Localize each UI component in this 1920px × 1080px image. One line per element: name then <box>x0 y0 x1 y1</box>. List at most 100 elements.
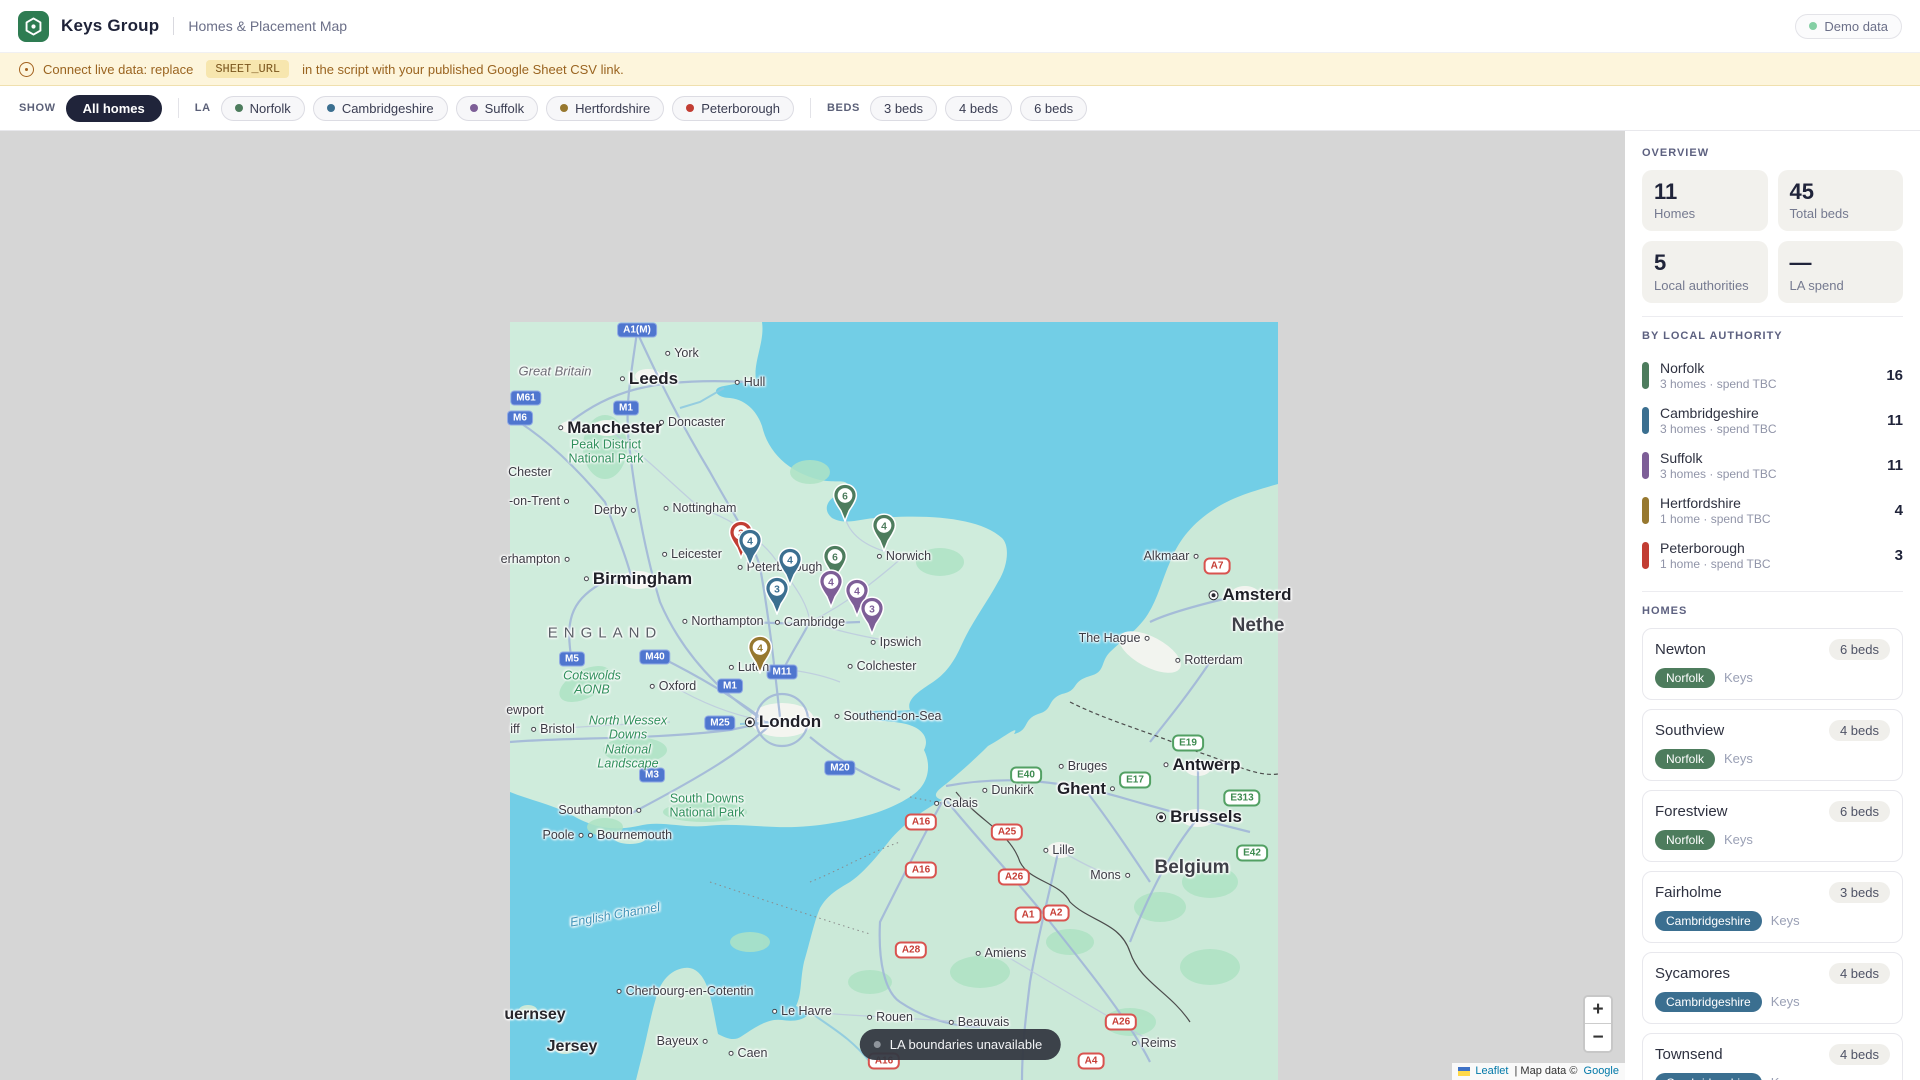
alert-circle-icon <box>19 61 34 77</box>
stat-value: — <box>1789 250 1812 276</box>
home-la-pill: Norfolk <box>1655 667 1716 688</box>
la-name: Peterborough <box>1660 539 1745 556</box>
la-beds-count: 3 <box>1894 546 1903 564</box>
map-zoom-control: + − <box>1583 995 1613 1053</box>
stat-label: LA spend <box>1789 277 1844 293</box>
filter-all-homes[interactable]: All homes <box>65 94 162 122</box>
filter-3-beds[interactable]: 3 beds <box>869 95 938 121</box>
la-filter-group: Norfolk Cambridgeshire Suffolk Hertfords… <box>220 95 795 121</box>
map-pin-suffolk[interactable]: 3 <box>859 596 885 636</box>
la-name: Suffolk <box>1660 449 1703 466</box>
google-link[interactable]: Google <box>1584 1065 1619 1077</box>
la-color-dot <box>560 104 569 112</box>
filter-la-hertfordshire[interactable]: Hertfordshire <box>546 95 665 121</box>
la-detail: 3 homes · spend TBC <box>1660 421 1777 436</box>
demo-data-label: Demo data <box>1824 18 1888 34</box>
svg-text:6: 6 <box>842 491 848 502</box>
home-card-townsend[interactable]: Townsend 4 beds Cambridgeshire Keys <box>1642 1032 1903 1080</box>
stat-value: 11 <box>1654 179 1678 204</box>
filter-la-suffolk[interactable]: Suffolk <box>455 95 539 121</box>
la-color-bar <box>1642 406 1649 434</box>
home-name: Forestview <box>1655 802 1728 820</box>
map-pin-cambridgeshire[interactable]: 3 <box>764 576 790 616</box>
filter-la-norfolk[interactable]: Norfolk <box>220 95 305 121</box>
map-pin-norfolk[interactable]: 6 <box>832 483 858 523</box>
leaflet-link[interactable]: Leaflet <box>1475 1065 1508 1077</box>
la-beds-count: 16 <box>1886 366 1903 384</box>
la-label: LA <box>194 102 211 114</box>
la-color-dot <box>234 104 243 112</box>
overview-stats: 11 Homes 45 Total beds 5 Local authoriti… <box>1642 170 1903 303</box>
home-name: Sycamores <box>1655 964 1731 982</box>
by-la-list: Norfolk 3 homes · spend TBC 16 Cambridge… <box>1642 353 1903 578</box>
hexagon-target-icon <box>25 16 42 36</box>
home-name: Townsend <box>1655 1045 1723 1063</box>
zoom-out-button[interactable]: − <box>1585 1024 1611 1051</box>
home-provider: Keys <box>1770 994 1800 1010</box>
section-divider <box>1642 590 1903 592</box>
banner-text-after: in the script with your published Google… <box>302 61 624 77</box>
beds-badge: 6 beds <box>1828 638 1890 660</box>
beds-label: BEDS <box>827 102 860 114</box>
filter-divider <box>177 98 179 118</box>
la-row-cambridgeshire[interactable]: Cambridgeshire 3 homes · spend TBC 11 <box>1642 398 1903 443</box>
map-pin-cambridgeshire[interactable]: 4 <box>737 528 763 568</box>
home-card-southview[interactable]: Southview 4 beds Norfolk Keys <box>1642 708 1903 781</box>
stat-card-homes: 11 Homes <box>1642 170 1768 232</box>
filter-la-peterborough[interactable]: Peterborough <box>672 95 795 121</box>
la-row-suffolk[interactable]: Suffolk 3 homes · spend TBC 11 <box>1642 443 1903 488</box>
la-detail: 3 homes · spend TBC <box>1660 466 1777 481</box>
beds-badge: 4 beds <box>1828 1043 1890 1065</box>
connect-data-banner: Connect live data: replace SHEET_URL in … <box>0 53 1920 86</box>
filter-la-cambridgeshire[interactable]: Cambridgeshire <box>312 95 448 121</box>
homes-list: Newton 6 beds Norfolk Keys Southview 4 b… <box>1642 627 1903 1080</box>
map-pin-suffolk[interactable]: 4 <box>818 569 844 609</box>
zoom-in-button[interactable]: + <box>1585 997 1611 1024</box>
home-la-pill: Norfolk <box>1655 748 1716 769</box>
home-card-forestview[interactable]: Forestview 6 beds Norfolk Keys <box>1642 789 1903 862</box>
by-la-title: BY LOCAL AUTHORITY <box>1642 329 1783 342</box>
sheet-url-chip: SHEET_URL <box>206 60 290 78</box>
demo-data-badge: Demo data <box>1795 13 1902 39</box>
attribution-text: | Map data © <box>1511 1065 1581 1077</box>
svg-text:3: 3 <box>869 604 875 615</box>
la-row-peterborough[interactable]: Peterborough 1 home · spend TBC 3 <box>1642 533 1903 578</box>
map-pin-hertfordshire[interactable]: 4 <box>747 635 773 675</box>
ukraine-flag-icon <box>1458 1066 1471 1076</box>
home-name: Southview <box>1655 721 1725 739</box>
home-provider: Keys <box>1724 832 1753 848</box>
la-row-norfolk[interactable]: Norfolk 3 homes · spend TBC 16 <box>1642 353 1903 398</box>
stat-card-local-authorities: 5 Local authorities <box>1642 241 1768 303</box>
home-la-pill: Cambridgeshire <box>1655 1072 1762 1080</box>
la-color-dot <box>469 104 478 112</box>
beds-badge: 6 beds <box>1828 800 1890 822</box>
svg-text:6: 6 <box>832 552 838 563</box>
app-logo <box>18 10 49 42</box>
homes-title: HOMES <box>1642 604 1688 617</box>
la-color-dot <box>686 104 695 112</box>
map-container[interactable]: A1(M) M61 M6 M1 M40 M5 M1 M11 M25 M3 M20 E40 E19 E17 E… <box>0 131 1625 1080</box>
filter-6-beds[interactable]: 6 beds <box>1020 95 1088 121</box>
stat-label: Total beds <box>1789 206 1849 222</box>
stat-value: 45 <box>1789 179 1814 204</box>
svg-text:4: 4 <box>787 555 793 566</box>
map-tiles: A1(M) M61 M6 M1 M40 M5 M1 M11 M25 M3 M20 E40 E19 E17 E… <box>501 322 1291 1080</box>
map-pin-norfolk[interactable]: 4 <box>871 513 897 553</box>
la-color-dot <box>326 104 335 112</box>
filter-4-beds[interactable]: 4 beds <box>945 95 1013 121</box>
la-color-bar <box>1642 541 1649 569</box>
filter-divider <box>810 98 812 118</box>
home-card-sycamores[interactable]: Sycamores 4 beds Cambridgeshire Keys <box>1642 951 1903 1024</box>
section-divider <box>1642 315 1903 317</box>
home-provider: Keys <box>1724 670 1753 686</box>
stat-card-la-spend: — LA spend <box>1777 241 1903 303</box>
beds-badge: 4 beds <box>1828 962 1890 984</box>
stat-card-total-beds: 45 Total beds <box>1777 170 1903 232</box>
home-card-newton[interactable]: Newton 6 beds Norfolk Keys <box>1642 627 1903 700</box>
la-name: Norfolk <box>1660 359 1705 376</box>
home-la-pill: Cambridgeshire <box>1655 910 1762 931</box>
svg-text:4: 4 <box>828 577 834 588</box>
home-card-fairholme[interactable]: Fairholme 3 beds Cambridgeshire Keys <box>1642 870 1903 943</box>
home-la-pill: Cambridgeshire <box>1655 991 1762 1012</box>
la-row-hertfordshire[interactable]: Hertfordshire 1 home · spend TBC 4 <box>1642 488 1903 533</box>
